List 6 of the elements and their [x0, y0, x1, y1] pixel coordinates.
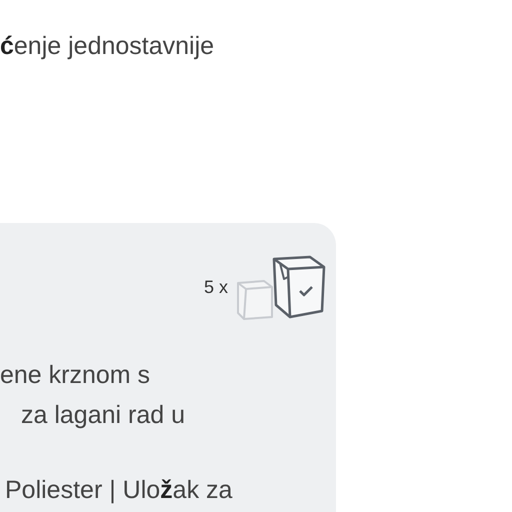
heading-text: ćenje jednostavnije: [0, 31, 216, 61]
quantity-text: 5 x: [204, 276, 228, 298]
description-text: Poliester | Uložak za: [5, 475, 232, 506]
boxes-icon: [234, 253, 326, 321]
description-text: za lagani rad u: [21, 400, 186, 431]
description-text: ene krznom s: [0, 360, 150, 391]
